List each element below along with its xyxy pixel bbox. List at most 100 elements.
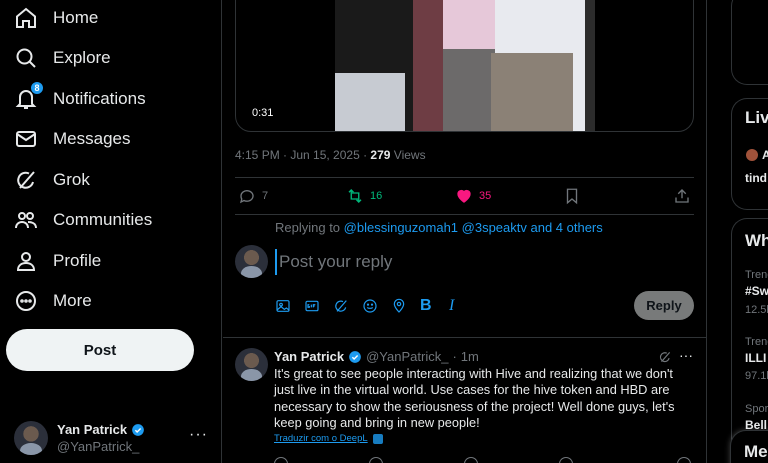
- envelope-icon: [14, 127, 38, 151]
- post-timestamp[interactable]: 4:15 PM · Jun 15, 2025 ·: [235, 148, 370, 162]
- nav-more-label: More: [53, 291, 92, 310]
- repost-icon[interactable]: [369, 457, 383, 463]
- reply-count: 7: [262, 190, 269, 202]
- heart-icon: [457, 189, 471, 203]
- like-count: 35: [479, 190, 492, 202]
- deepl-icon: [372, 433, 383, 444]
- more-circle-icon: [14, 289, 38, 313]
- bell-icon: 8: [14, 81, 44, 111]
- video-figure: [491, 53, 573, 131]
- bold-icon: B: [420, 297, 432, 314]
- nav-notifications[interactable]: 8 Notifications: [14, 81, 146, 117]
- tweet-text: It's great to see people interacting wit…: [274, 366, 675, 431]
- tweet-time[interactable]: 1m: [461, 349, 479, 364]
- share-action[interactable]: [673, 187, 691, 205]
- nav-explore[interactable]: Explore: [14, 40, 111, 76]
- divider: [223, 337, 707, 338]
- media-button[interactable]: [275, 296, 304, 316]
- video-player[interactable]: 0:31: [235, 0, 694, 132]
- replying-to: Replying to @blessinguzomah1 @3speaktv a…: [275, 220, 603, 235]
- tweet-action-bar: [274, 457, 694, 463]
- views-icon[interactable]: [559, 457, 573, 463]
- reply-input[interactable]: [275, 249, 685, 275]
- grok-icon: [14, 168, 38, 192]
- share-icon: [675, 189, 689, 203]
- emoji-icon: [363, 299, 377, 313]
- nav-profile[interactable]: Profile: [14, 243, 101, 279]
- post-button[interactable]: Post: [6, 329, 194, 371]
- grok-button[interactable]: [333, 296, 362, 316]
- tweet-more-icon[interactable]: ···: [679, 347, 693, 363]
- messages-drawer[interactable]: Me: [730, 430, 768, 463]
- profile-icon: [14, 249, 38, 273]
- home-icon: [14, 6, 38, 30]
- grok-icon: [659, 351, 671, 363]
- repost-action[interactable]: 16: [346, 187, 382, 205]
- trends-card-title: Wh: [745, 231, 768, 250]
- like-action[interactable]: 35: [455, 187, 491, 205]
- reply-icon[interactable]: [274, 457, 288, 463]
- bookmark-icon: [566, 188, 578, 205]
- video-figure: [443, 49, 495, 131]
- grok-icon: [335, 300, 347, 312]
- share-icon[interactable]: [677, 457, 691, 463]
- trend-meta: Trenc: [745, 336, 768, 348]
- nav-home[interactable]: Home: [14, 0, 98, 36]
- account-more-icon[interactable]: ···: [189, 426, 208, 444]
- live-card[interactable]: Liv A tind: [731, 98, 768, 210]
- gif-icon: [305, 300, 319, 312]
- live-card-host: A: [762, 148, 768, 162]
- tweet-author-name[interactable]: Yan Patrick: [274, 349, 344, 364]
- avatar: [235, 245, 268, 278]
- search-icon: [14, 46, 38, 70]
- location-button[interactable]: [391, 296, 420, 316]
- repost-count: 16: [370, 190, 383, 202]
- left-sidebar: Home Explore 8 Notifications Messages Gr…: [0, 0, 222, 463]
- trend-name[interactable]: ILLI: [745, 351, 766, 365]
- italic-button[interactable]: I: [449, 296, 478, 316]
- translate-label: Traduzir com o DeepL: [274, 433, 368, 444]
- repost-icon: [348, 189, 362, 203]
- avatar[interactable]: [235, 348, 268, 381]
- nav-grok[interactable]: Grok: [14, 162, 90, 198]
- reply-action[interactable]: 7: [238, 187, 268, 205]
- post-detail-column: 0:31 4:15 PM · Jun 15, 2025 · 279 Views …: [223, 0, 707, 463]
- trend-name[interactable]: #Sw: [745, 284, 768, 298]
- nav-home-label: Home: [53, 8, 99, 27]
- views-count: 279: [370, 148, 391, 162]
- replying-to-users-link[interactable]: @blessinguzomah1 @3speaktv and 4 others: [344, 220, 603, 235]
- nav-messages[interactable]: Messages: [14, 121, 130, 157]
- nav-communities[interactable]: Communities: [14, 202, 152, 238]
- bookmark-action[interactable]: [563, 187, 581, 205]
- nav-notifications-label: Notifications: [53, 89, 146, 108]
- post-metadata: 4:15 PM · Jun 15, 2025 · 279 Views: [235, 148, 426, 162]
- messages-drawer-title: Me: [744, 442, 768, 461]
- nav-explore-label: Explore: [53, 48, 111, 67]
- account-name: Yan Patrick: [57, 422, 128, 437]
- account-switcher[interactable]: Yan Patrick @YanPatrick_ ···: [14, 418, 214, 458]
- nav-more[interactable]: More: [14, 283, 92, 319]
- heart-icon[interactable]: [464, 457, 478, 463]
- nav-communities-label: Communities: [53, 210, 153, 229]
- account-text: Yan Patrick @YanPatrick_: [57, 421, 145, 455]
- location-pin-icon: [393, 298, 405, 313]
- trend-count: 12.5k: [745, 304, 768, 316]
- gif-button[interactable]: [304, 296, 333, 316]
- video-duration: 0:31: [248, 105, 278, 121]
- translate-link[interactable]: Traduzir com o DeepL: [274, 433, 383, 444]
- italic-icon: I: [449, 297, 455, 314]
- tweet-author-handle[interactable]: @YanPatrick_: [366, 349, 448, 364]
- live-card-title: Liv: [745, 108, 768, 127]
- video-figure: [413, 0, 443, 131]
- tweet-header: Yan Patrick @YanPatrick_ · 1m: [274, 349, 479, 364]
- avatar: [14, 421, 48, 455]
- reply-icon: [239, 190, 254, 204]
- views-label: Views: [390, 148, 426, 162]
- reply-button[interactable]: Reply: [634, 291, 694, 320]
- emoji-button[interactable]: [362, 296, 391, 316]
- avatar: [746, 149, 758, 161]
- post-action-bar: 7 16 35: [235, 177, 694, 215]
- right-card: [731, 0, 768, 85]
- replying-prefix: Replying to: [275, 220, 344, 235]
- bold-button[interactable]: B: [420, 296, 449, 316]
